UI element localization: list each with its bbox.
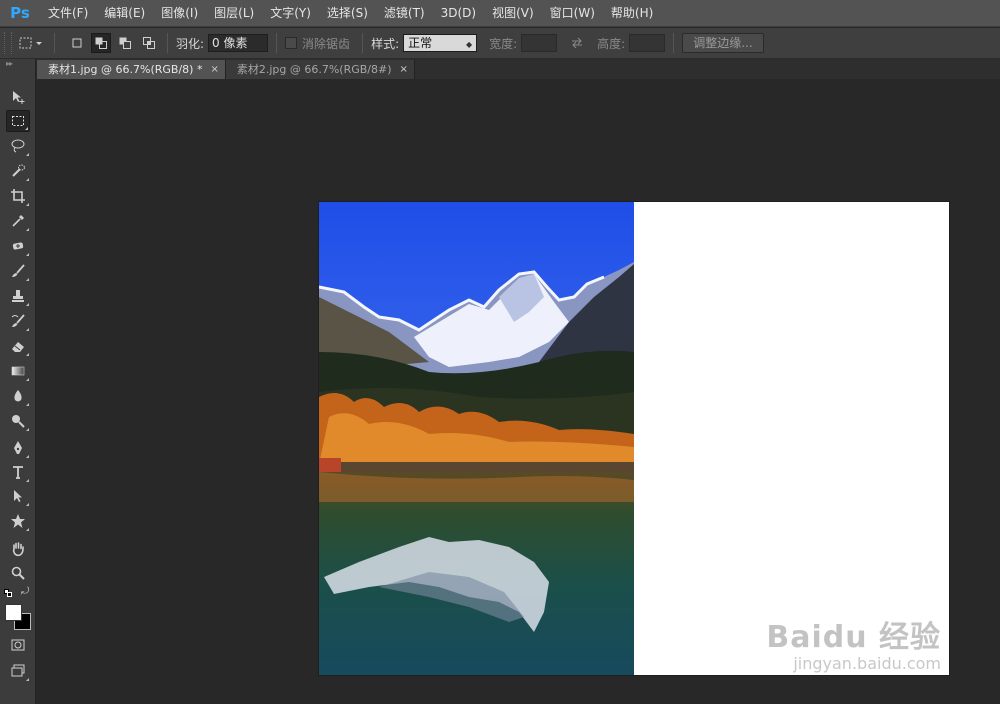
menu-image[interactable]: 图像(I) <box>153 0 206 27</box>
move-tool-icon[interactable] <box>6 86 30 108</box>
style-select[interactable]: 正常 ◆ <box>403 34 478 52</box>
options-bar-grip[interactable] <box>4 32 12 54</box>
antialias-checkbox[interactable] <box>285 37 298 49</box>
clone-stamp-tool-icon[interactable] <box>6 285 30 307</box>
menu-window[interactable]: 窗口(W) <box>542 0 603 27</box>
menu-view[interactable]: 视图(V) <box>484 0 542 27</box>
tab-label: 素材1.jpg @ 66.7%(RGB/8) * <box>48 63 203 76</box>
menu-filter[interactable]: 滤镜(T) <box>376 0 433 27</box>
style-label: 样式: <box>371 36 400 51</box>
path-selection-tool-icon[interactable] <box>6 485 30 507</box>
rectangular-marquee-tool-icon[interactable] <box>6 110 30 132</box>
zoom-tool-icon[interactable] <box>6 562 30 584</box>
watermark-main-text: Baidu 经验 <box>766 620 941 655</box>
separator <box>673 33 675 53</box>
antialias-label: 消除锯齿 <box>302 36 351 51</box>
menu-help[interactable]: 帮助(H) <box>603 0 661 27</box>
quick-selection-tool-icon[interactable] <box>6 160 30 182</box>
dodge-tool-icon[interactable] <box>6 410 30 432</box>
options-bar: 羽化: 0 像素 消除锯齿 样式: 正常 ◆ 宽度: 高度: 调整边缘... <box>0 28 1000 59</box>
new-selection-icon[interactable] <box>67 33 87 53</box>
pen-tool-icon[interactable] <box>6 437 30 459</box>
chevron-updown-icon: ◆ <box>465 40 473 49</box>
watermark-url-text: jingyan.baidu.com <box>793 654 941 673</box>
mountain-lake-photo <box>319 202 634 675</box>
refine-edge-button[interactable]: 调整边缘... <box>682 33 764 53</box>
healing-brush-tool-icon[interactable] <box>6 235 30 257</box>
foreground-color-swatch[interactable] <box>5 604 22 621</box>
canvas-workspace[interactable]: Baidu 经验 jingyan.baidu.com <box>37 79 1000 704</box>
height-label: 高度: <box>597 36 626 51</box>
separator <box>276 33 278 53</box>
eyedropper-tool-icon[interactable] <box>6 210 30 232</box>
subtract-from-selection-icon[interactable] <box>115 33 135 53</box>
close-icon[interactable]: × <box>400 60 408 79</box>
menu-3d[interactable]: 3D(D) <box>433 0 484 27</box>
quick-mask-icon[interactable] <box>6 634 30 656</box>
lasso-tool-icon[interactable] <box>6 135 30 157</box>
tab-document-2[interactable]: 素材2.jpg @ 66.7%(RGB/8#) × <box>225 60 415 79</box>
tab-document-1[interactable]: 素材1.jpg @ 66.7%(RGB/8) * × <box>37 60 226 79</box>
gradient-tool-icon[interactable] <box>6 360 30 382</box>
swap-dimensions-icon[interactable] <box>567 33 587 53</box>
width-label: 宽度: <box>489 36 518 51</box>
menu-type[interactable]: 文字(Y) <box>262 0 319 27</box>
type-tool-icon[interactable] <box>6 461 30 483</box>
height-input[interactable] <box>629 34 666 52</box>
separator <box>167 33 168 53</box>
screen-mode-icon[interactable] <box>6 660 30 682</box>
separator <box>362 33 364 53</box>
add-to-selection-icon[interactable] <box>91 33 111 53</box>
default-colors-icon[interactable] <box>4 589 12 597</box>
custom-shape-tool-icon[interactable] <box>6 510 30 532</box>
menu-layer[interactable]: 图层(L) <box>206 0 262 27</box>
hand-tool-icon[interactable] <box>6 538 30 560</box>
separator <box>54 33 55 53</box>
rect-marquee-preset-icon[interactable] <box>16 33 46 53</box>
crop-tool-icon[interactable] <box>6 185 30 207</box>
feather-input[interactable]: 0 像素 <box>208 34 269 52</box>
menu-select[interactable]: 选择(S) <box>319 0 376 27</box>
menu-file[interactable]: 文件(F) <box>40 0 96 27</box>
baidu-watermark: Baidu 经验 jingyan.baidu.com <box>766 612 941 673</box>
intersect-selection-icon[interactable] <box>139 33 159 53</box>
photoshop-window: Ps 文件(F) 编辑(E) 图像(I) 图层(L) 文字(Y) 选择(S) 滤… <box>0 0 1000 704</box>
tools-panel-collapse-icon[interactable]: ▸▸ <box>0 59 35 69</box>
style-select-value: 正常 <box>408 36 433 50</box>
brush-tool-icon[interactable] <box>6 260 30 282</box>
close-icon[interactable]: × <box>210 60 218 79</box>
width-input[interactable] <box>521 34 558 52</box>
app-logo: Ps <box>10 4 30 22</box>
tools-panel: ▸▸ ⤾ <box>0 59 36 704</box>
tab-label: 素材2.jpg @ 66.7%(RGB/8#) <box>236 63 392 76</box>
menu-edit[interactable]: 编辑(E) <box>96 0 153 27</box>
blur-tool-icon[interactable] <box>6 385 30 407</box>
eraser-tool-icon[interactable] <box>6 335 30 357</box>
swap-colors-icon[interactable]: ⤾ <box>21 586 29 597</box>
document-tabs: 素材1.jpg @ 66.7%(RGB/8) * × 素材2.jpg @ 66.… <box>37 59 1000 79</box>
history-brush-tool-icon[interactable] <box>6 310 30 332</box>
feather-label: 羽化: <box>176 36 205 51</box>
document-canvas[interactable]: Baidu 经验 jingyan.baidu.com <box>319 202 949 675</box>
menu-bar: Ps 文件(F) 编辑(E) 图像(I) 图层(L) 文字(Y) 选择(S) 滤… <box>0 0 1000 27</box>
